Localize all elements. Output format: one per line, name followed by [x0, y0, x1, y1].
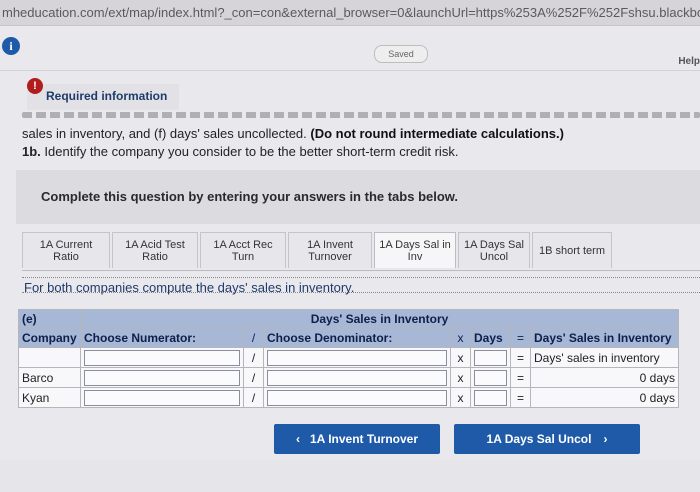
numerator-select[interactable] — [84, 349, 240, 366]
col-days: Days — [470, 327, 511, 348]
header-divider — [0, 70, 700, 71]
tab-invent-turnover[interactable]: 1A Invent Turnover — [288, 232, 372, 268]
numerator-cell — [80, 367, 244, 388]
col-result: Days' Sales in Inventory — [530, 327, 679, 348]
equals-cell: = — [510, 347, 531, 368]
next-tab-button[interactable]: 1A Days Sal Uncol › — [454, 424, 640, 454]
browser-url-bar[interactable]: mheducation.com/ext/map/index.html?_con=… — [0, 0, 700, 26]
slash-cell: / — [243, 367, 264, 388]
slash-cell: / — [243, 347, 264, 368]
next-tab-label: 1A Days Sal Uncol — [486, 432, 592, 446]
equals-cell: = — [510, 387, 531, 408]
part-label: (e) — [18, 309, 81, 328]
days-input[interactable] — [474, 369, 507, 386]
question-tabs: 1A Current Ratio 1A Acid Test Ratio 1A Acc… — [22, 232, 614, 270]
cropped-text-line — [22, 112, 700, 118]
question-text-line2: 1b. Identify the company you consider to… — [22, 144, 458, 159]
table-title-row: (e) Days' Sales in Inventory — [18, 309, 679, 328]
tab-sublabel-3: Turn — [231, 250, 255, 263]
chevron-left-icon: ‹ — [295, 432, 300, 446]
page-footer-area — [0, 460, 700, 492]
question-text-line1: sales in inventory, and (f) days' sales … — [22, 126, 564, 141]
days-input[interactable] — [474, 389, 507, 406]
table-title: Days' Sales in Inventory — [80, 309, 679, 328]
result-unit: days — [649, 370, 675, 385]
tab-sublabel-6: Uncol — [479, 250, 509, 263]
tab-instruction: For both companies compute the days' sal… — [24, 280, 355, 295]
numerator-input[interactable] — [84, 389, 240, 406]
denominator-select[interactable] — [267, 349, 447, 366]
table-header-row: Company Choose Numerator: / Choose Denom… — [18, 327, 679, 348]
tab-acct-rec-turn[interactable]: 1A Acct Rec Turn — [200, 232, 286, 268]
numerator-input[interactable] — [84, 369, 240, 386]
tab-sublabel-4: Turnover — [308, 250, 352, 263]
tab-current-ratio[interactable]: 1A Current Ratio — [22, 232, 110, 268]
tab-acid-test-ratio[interactable]: 1A Acid Test Ratio — [112, 232, 198, 268]
company-cell: Kyan — [18, 387, 81, 408]
days-sales-table: (e) Days' Sales in Inventory Company Cho… — [18, 309, 679, 408]
times-cell: x — [450, 367, 471, 388]
table-row: / x = Days' sales in inventory — [18, 347, 679, 368]
numerator-cell — [80, 387, 244, 408]
denominator-cell — [263, 347, 451, 368]
denominator-cell — [263, 387, 451, 408]
saved-status-badge: Saved — [374, 45, 428, 63]
company-cell: Barco — [18, 367, 81, 388]
info-icon[interactable]: i — [2, 37, 20, 55]
denominator-cell — [263, 367, 451, 388]
days-cell — [470, 367, 511, 388]
result-value: 0 — [639, 370, 647, 385]
tab-label-1: 1A Current — [39, 238, 93, 251]
tab-label-7: 1B short term — [538, 244, 606, 257]
help-link[interactable]: Help — [678, 56, 700, 67]
numerator-cell — [80, 347, 244, 368]
question-line1-text: sales in inventory, and (f) days' sales … — [22, 126, 307, 141]
required-info-label[interactable]: Required information — [46, 89, 167, 103]
denominator-input[interactable] — [267, 369, 447, 386]
tab-baseline — [22, 270, 700, 271]
question-line2-prefix: 1b. — [22, 144, 41, 159]
slash-cell: / — [243, 387, 264, 408]
tab-label-3: 1A Acct Rec — [213, 238, 273, 251]
table-row: Kyan / x = 0 days — [18, 387, 679, 408]
tab-sublabel-1: Ratio — [53, 250, 79, 263]
days-input[interactable] — [474, 349, 507, 366]
table-row: Barco / x = 0 days — [18, 367, 679, 388]
col-numerator: Choose Numerator: — [80, 327, 244, 348]
col-denominator: Choose Denominator: — [263, 327, 451, 348]
result-cell: 0 days — [530, 367, 679, 388]
result-value: 0 — [639, 390, 647, 405]
tab-label-2: 1A Acid Test — [125, 238, 185, 251]
prev-tab-label: 1A Invent Turnover — [309, 432, 419, 446]
days-cell — [470, 347, 511, 368]
result-cell: 0 days — [530, 387, 679, 408]
tab-days-sal-in-inv[interactable]: 1A Days Sal in Inv — [374, 232, 456, 268]
chevron-right-icon: › — [603, 432, 608, 446]
col-company: Company — [18, 327, 81, 348]
days-cell — [470, 387, 511, 408]
prev-tab-button[interactable]: ‹ 1A Invent Turnover — [274, 424, 440, 454]
times-cell: x — [450, 387, 471, 408]
col-times: x — [450, 327, 471, 348]
tab-1b-short-term[interactable]: 1B short term — [532, 232, 612, 268]
col-equals: = — [510, 327, 531, 348]
col-slash: / — [243, 327, 264, 348]
equals-cell: = — [510, 367, 531, 388]
instructions-text: Complete this question by entering your … — [41, 189, 459, 204]
result-unit: days — [649, 390, 675, 405]
question-line1-bold: (Do not round intermediate calculations.… — [310, 126, 564, 141]
tab-label-5: 1A Days Sal in — [379, 238, 451, 251]
company-cell — [18, 347, 81, 368]
denominator-input[interactable] — [267, 389, 447, 406]
tab-days-sal-uncol[interactable]: 1A Days Sal Uncol — [458, 232, 530, 268]
result-label-cell: Days' sales in inventory — [530, 347, 679, 368]
tab-sublabel-2: Ratio — [142, 250, 168, 263]
tab-label-6: 1A Days Sal — [464, 238, 524, 251]
tab-sublabel-5: Inv — [407, 250, 423, 263]
question-line2-text: Identify the company you consider to be … — [40, 144, 459, 159]
tab-label-4: 1A Invent — [307, 238, 353, 251]
times-cell: x — [450, 347, 471, 368]
alert-icon: ! — [27, 78, 43, 94]
